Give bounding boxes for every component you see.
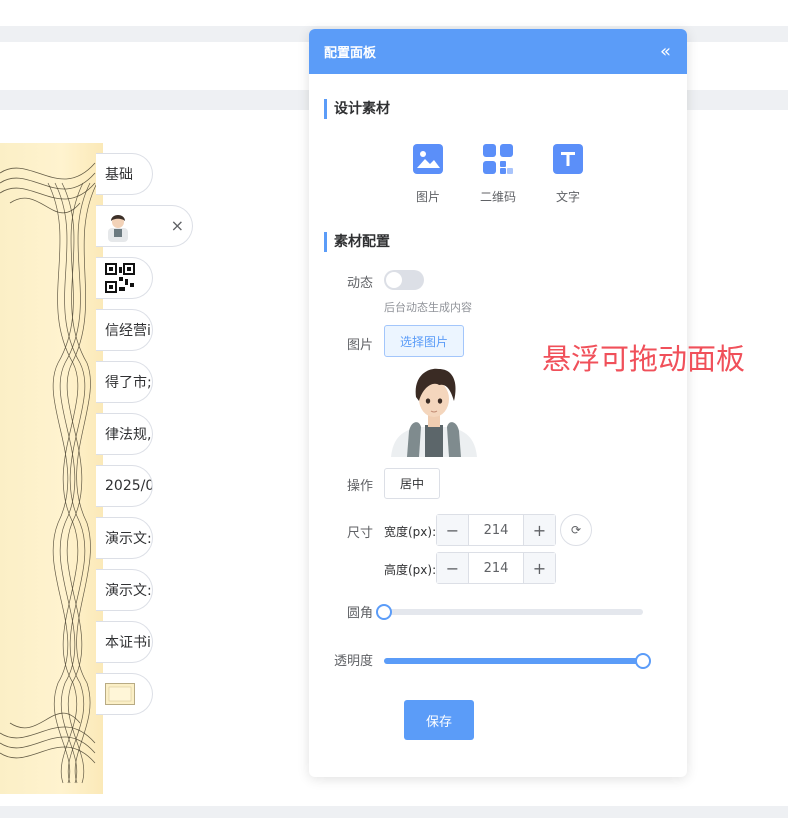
height-increase-button[interactable]: + [523, 553, 555, 583]
layer-label: 本证书i [105, 635, 151, 651]
layer-label: 信经营i [105, 323, 151, 339]
avatar-thumbnail [108, 215, 128, 242]
layer-label: 得了市; [105, 375, 152, 391]
width-label: 宽度(px): [384, 525, 437, 539]
background-thumbnail [105, 683, 135, 705]
operation-label: 操作 [346, 479, 373, 494]
reset-size-icon[interactable]: ⟳ [560, 514, 592, 546]
height-decrease-button[interactable]: − [437, 553, 469, 583]
radius-slider[interactable] [376, 604, 643, 620]
width-decrease-button[interactable]: − [437, 515, 469, 545]
height-input[interactable]: 214 [469, 553, 523, 583]
select-image-button[interactable]: 选择图片 [384, 325, 464, 357]
layer-label: 演示文: [105, 583, 152, 599]
opacity-label: 透明度 [333, 654, 373, 669]
image-label: 图片 [346, 338, 373, 353]
panel-header[interactable]: 配置面板 « [309, 29, 687, 74]
material-image-button[interactable]: 图片 [400, 144, 456, 205]
opacity-slider-handle[interactable] [635, 653, 651, 669]
layer-item-date[interactable]: 2025/0 [96, 465, 153, 507]
height-stepper[interactable]: − 214 + [436, 552, 556, 584]
height-label: 高度(px): [384, 563, 437, 577]
section-design-title: 设计素材 [324, 99, 390, 119]
material-qrcode-button[interactable]: 二维码 [470, 144, 526, 205]
panel-title: 配置面板 [324, 46, 377, 61]
certificate-border-pattern [0, 162, 98, 784]
qrcode-icon [483, 144, 513, 174]
opacity-slider-fill [384, 658, 643, 664]
dynamic-hint: 后台动态生成内容 [384, 301, 472, 314]
layer-label: 2025/0 [105, 478, 153, 494]
config-panel[interactable]: 配置面板 « 设计素材 图片 二维码 文字 素材配置 动态 后台动态生成内容 图… [309, 29, 687, 777]
size-label: 尺寸 [346, 526, 373, 541]
material-label: 文字 [555, 190, 580, 204]
layer-item-basic[interactable]: 基础 [96, 153, 153, 195]
qrcode-thumbnail [105, 263, 135, 293]
material-text-button[interactable]: 文字 [540, 144, 596, 205]
layer-item-text[interactable]: 律法规, [96, 413, 153, 455]
layer-item-text[interactable]: 信经营i [96, 309, 153, 351]
width-increase-button[interactable]: + [523, 515, 555, 545]
layer-item-background[interactable] [96, 673, 153, 715]
save-button[interactable]: 保存 [404, 700, 474, 740]
image-icon [413, 144, 443, 174]
material-label: 二维码 [479, 190, 516, 204]
layer-label: 律法规, [105, 427, 152, 443]
material-label: 图片 [415, 190, 440, 204]
layer-item-text[interactable]: 本证书i [96, 621, 153, 663]
dynamic-label: 动态 [346, 276, 373, 291]
bottom-bar-divider [0, 806, 788, 818]
section-config-title: 素材配置 [324, 232, 390, 252]
opacity-slider[interactable] [384, 653, 651, 669]
avatar-preview [389, 361, 479, 457]
text-icon [553, 144, 583, 174]
layer-item-avatar[interactable]: × [96, 205, 193, 247]
layer-label: 基础 [105, 167, 133, 183]
width-stepper[interactable]: − 214 + [436, 514, 556, 546]
layer-item-text[interactable]: 得了市; [96, 361, 153, 403]
dynamic-toggle[interactable] [384, 270, 424, 290]
radius-label: 圆角 [346, 606, 373, 621]
center-button[interactable]: 居中 [384, 468, 440, 499]
layer-item-qrcode[interactable] [96, 257, 153, 299]
layer-item-text[interactable]: 演示文: [96, 517, 153, 559]
floating-panel-annotation: 悬浮可拖动面板 [542, 342, 746, 376]
radius-slider-handle[interactable] [376, 604, 392, 620]
remove-layer-icon[interactable]: × [171, 216, 184, 235]
layer-item-text[interactable]: 演示文: [96, 569, 153, 611]
double-chevron-left-icon[interactable]: « [660, 42, 671, 61]
layer-label: 演示文: [105, 531, 152, 547]
certificate-canvas[interactable] [0, 143, 103, 794]
width-input[interactable]: 214 [469, 515, 523, 545]
